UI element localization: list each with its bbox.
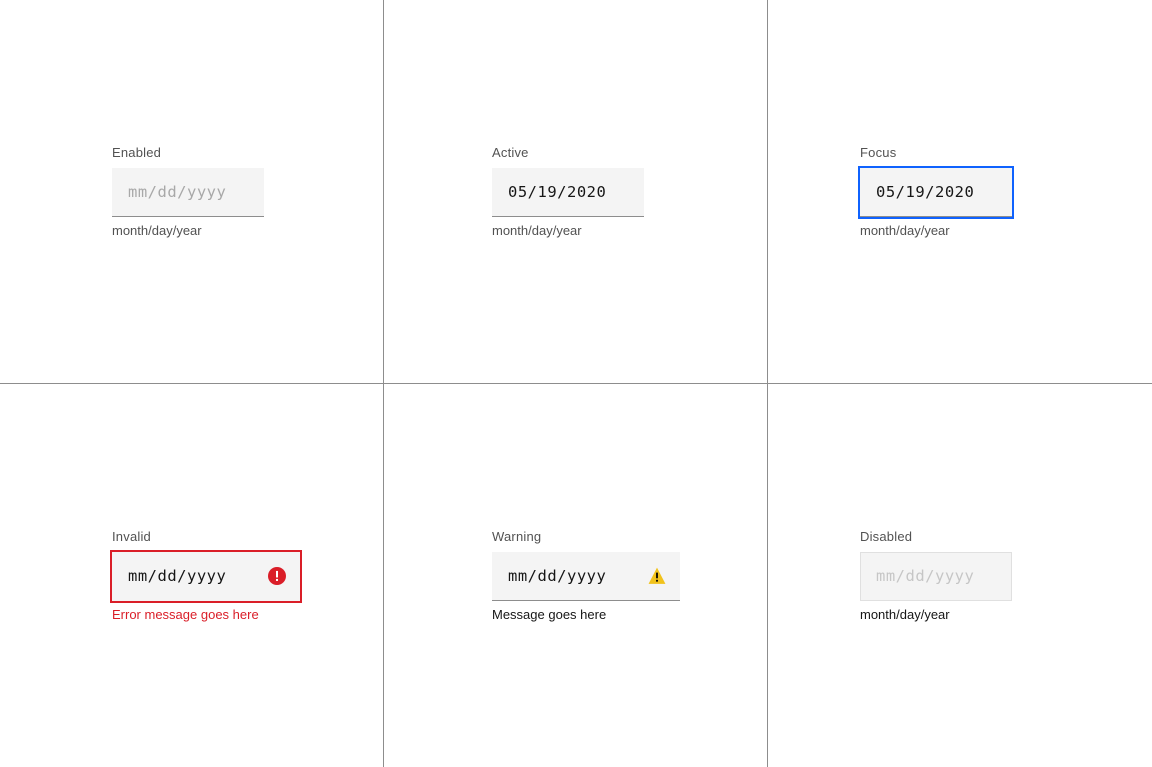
field-label: Warning <box>492 529 767 544</box>
state-cell-focus: Focus 05/19/2020 month/day/year <box>768 0 1152 384</box>
date-placeholder: mm/dd/yyyy <box>128 183 226 201</box>
field-label: Active <box>492 145 767 160</box>
state-grid: Enabled mm/dd/yyyy month/day/year Active… <box>0 0 1152 767</box>
date-input-warning[interactable]: mm/dd/yyyy <box>492 552 680 601</box>
state-cell-active: Active 05/19/2020 month/day/year <box>384 0 768 384</box>
state-cell-invalid: Invalid mm/dd/yyyy Error message goes he… <box>0 384 384 767</box>
helper-text: month/day/year <box>112 223 383 238</box>
field-label: Invalid <box>112 529 383 544</box>
state-cell-enabled: Enabled mm/dd/yyyy month/day/year <box>0 0 384 384</box>
error-text: Error message goes here <box>112 607 383 622</box>
state-cell-disabled: Disabled mm/dd/yyyy month/day/year <box>768 384 1152 767</box>
date-value: 05/19/2020 <box>876 183 974 201</box>
helper-text: month/day/year <box>492 223 767 238</box>
warning-filled-icon <box>648 567 666 585</box>
field-label: Focus <box>860 145 1152 160</box>
date-placeholder: mm/dd/yyyy <box>508 567 606 585</box>
date-input-invalid[interactable]: mm/dd/yyyy <box>112 552 300 601</box>
date-input-disabled: mm/dd/yyyy <box>860 552 1012 601</box>
date-input-active[interactable]: 05/19/2020 <box>492 168 644 217</box>
date-value: 05/19/2020 <box>508 183 606 201</box>
state-cell-warning: Warning mm/dd/yyyy Message goes here <box>384 384 768 767</box>
error-filled-icon <box>268 567 286 585</box>
helper-text: month/day/year <box>860 607 1152 622</box>
date-placeholder: mm/dd/yyyy <box>128 567 226 585</box>
field-label: Disabled <box>860 529 1152 544</box>
helper-text: month/day/year <box>860 223 1152 238</box>
warning-text: Message goes here <box>492 607 767 622</box>
date-input-focus[interactable]: 05/19/2020 <box>860 168 1012 217</box>
date-input-enabled[interactable]: mm/dd/yyyy <box>112 168 264 217</box>
date-placeholder: mm/dd/yyyy <box>876 567 974 585</box>
field-label: Enabled <box>112 145 383 160</box>
